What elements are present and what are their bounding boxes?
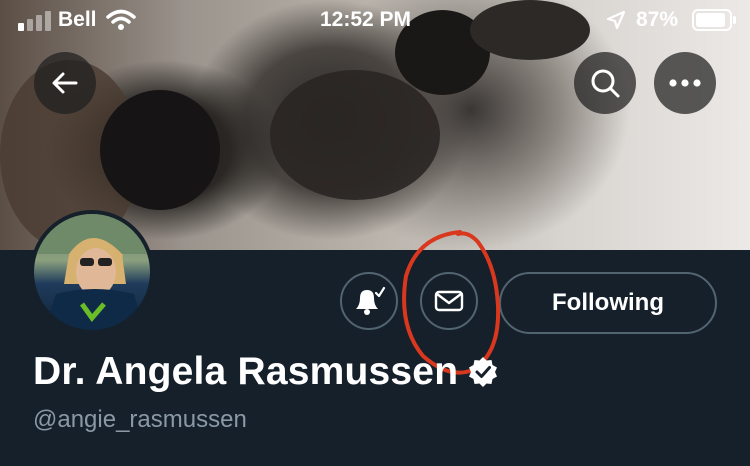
more-horizontal-icon bbox=[669, 79, 701, 87]
avatar-photo bbox=[34, 214, 150, 330]
arrow-left-icon bbox=[52, 72, 78, 94]
banner-nose bbox=[270, 70, 440, 200]
location-arrow-icon bbox=[606, 10, 626, 30]
display-name: Dr. Angela Rasmussen bbox=[33, 350, 459, 393]
wifi-icon bbox=[106, 9, 136, 30]
battery-percent: 87% bbox=[636, 8, 679, 31]
battery-icon bbox=[692, 9, 736, 31]
profile-name-row: Dr. Angela Rasmussen bbox=[33, 350, 498, 394]
cell-signal-icon bbox=[18, 11, 51, 31]
profile-handle: @angie_rasmussen bbox=[33, 406, 247, 433]
search-button[interactable] bbox=[574, 52, 636, 114]
back-button[interactable] bbox=[34, 52, 96, 114]
verified-badge-icon bbox=[469, 357, 498, 387]
clock: 12:52 PM bbox=[320, 8, 412, 31]
bell-check-icon bbox=[356, 286, 386, 315]
profile-avatar[interactable] bbox=[30, 210, 154, 334]
banner-eye-left bbox=[100, 90, 220, 210]
carrier-name: Bell bbox=[58, 8, 97, 31]
status-bar: Bell 12:52 PM 87% bbox=[0, 0, 750, 40]
following-button[interactable]: Following bbox=[499, 272, 717, 334]
more-options-button[interactable] bbox=[654, 52, 716, 114]
search-icon bbox=[591, 69, 620, 98]
notifications-button[interactable] bbox=[340, 272, 398, 330]
